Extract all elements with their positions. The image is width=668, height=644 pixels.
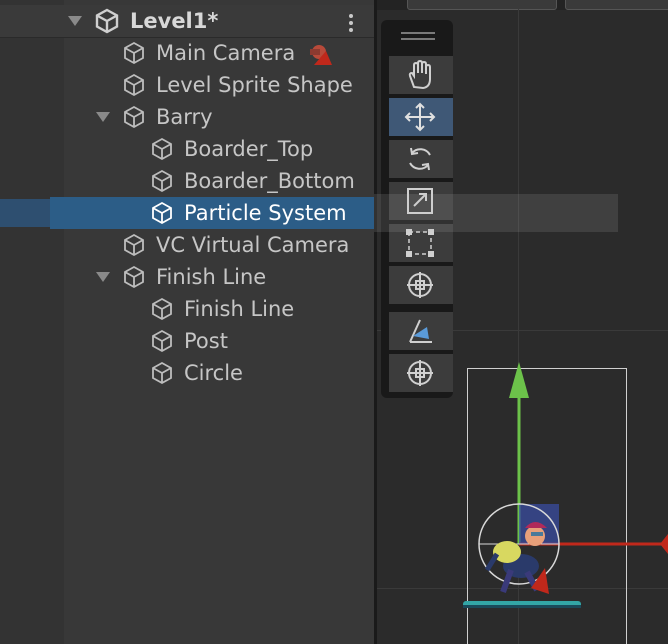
gameobject-icon [152, 329, 172, 353]
gameobject-icon [124, 265, 144, 289]
transform-tool-button[interactable] [389, 266, 453, 304]
expand-arrow-icon[interactable] [96, 272, 110, 282]
hierarchy-item-finish-line-child[interactable]: Finish Line [0, 293, 374, 325]
scene-expand-arrow-icon[interactable] [68, 16, 82, 26]
gameobject-icon [124, 105, 144, 129]
hand-icon [408, 59, 431, 90]
hierarchy-item-vc-virtual-camera[interactable]: VC Virtual Camera [0, 229, 374, 261]
gameobject-icon [152, 297, 172, 321]
unity-scene-icon [95, 8, 119, 34]
scene-row[interactable]: Level1* [0, 5, 374, 38]
hierarchy-item-label: Boarder_Top [184, 137, 314, 161]
move-icon [404, 102, 436, 132]
hierarchy-panel: Level1* Main Camera Level Sprite Shape B… [0, 0, 374, 644]
hierarchy-item-label: Particle System [184, 201, 347, 225]
hierarchy-item-label: Level Sprite Shape [156, 73, 353, 97]
hierarchy-item-finish-line[interactable]: Finish Line [0, 261, 374, 293]
hierarchy-item-label: VC Virtual Camera [156, 233, 350, 257]
transform-icon [407, 272, 433, 298]
hierarchy-item-label: Post [184, 329, 228, 353]
drag-highlight [374, 194, 618, 232]
custom-tool-button[interactable] [389, 312, 453, 350]
pivot-tool-button[interactable] [389, 354, 453, 392]
hierarchy-item-label: Circle [184, 361, 243, 385]
hierarchy-item-post[interactable]: Post [0, 325, 374, 357]
hierarchy-item-circle[interactable]: Circle [0, 357, 374, 389]
rotate-tool-button[interactable] [389, 140, 453, 178]
custom-editor-icon [409, 319, 432, 343]
hierarchy-item-barry[interactable]: Barry [0, 101, 374, 133]
selection-indicator [0, 199, 50, 227]
gameobject-icon [124, 41, 144, 65]
hierarchy-item-label: Finish Line [156, 265, 267, 289]
more-options-icon[interactable] [348, 14, 354, 32]
hierarchy-item-main-camera[interactable]: Main Camera [0, 37, 374, 69]
hierarchy-item-label: Finish Line [184, 297, 295, 321]
scene-title: Level1* [130, 9, 219, 33]
gameobject-icon [152, 201, 172, 225]
pivot-icon [407, 360, 433, 386]
gameobject-icon [152, 361, 172, 385]
hierarchy-item-level-sprite-shape[interactable]: Level Sprite Shape [0, 69, 374, 101]
scene-toolbar-button[interactable] [407, 0, 557, 10]
palette-drag-handle[interactable] [401, 32, 435, 42]
hierarchy-item-label: Barry [156, 105, 213, 129]
y-axis-handle [509, 362, 529, 398]
hand-tool-button[interactable] [389, 56, 453, 94]
gameobject-icon [124, 233, 144, 257]
hierarchy-item-boarder-bottom[interactable]: Boarder_Bottom [0, 165, 374, 197]
camera-warning-icon [310, 45, 332, 65]
gameobject-icon [124, 73, 144, 97]
hierarchy-item-particle-system[interactable]: Particle System [0, 197, 374, 229]
gameobject-icon [152, 137, 172, 161]
hierarchy-item-label: Main Camera [156, 41, 296, 65]
expand-arrow-icon[interactable] [96, 112, 110, 122]
move-gizmo[interactable] [457, 356, 668, 626]
move-tool-button[interactable] [389, 98, 453, 136]
hierarchy-item-boarder-top[interactable]: Boarder_Top [0, 133, 374, 165]
gameobject-icon [152, 169, 172, 193]
hierarchy-item-label: Boarder_Bottom [184, 169, 355, 193]
rotate-icon [409, 147, 431, 171]
scene-toolbar-button[interactable] [565, 0, 668, 10]
scene-view[interactable] [377, 0, 668, 644]
scene-toolbar [377, 0, 668, 10]
